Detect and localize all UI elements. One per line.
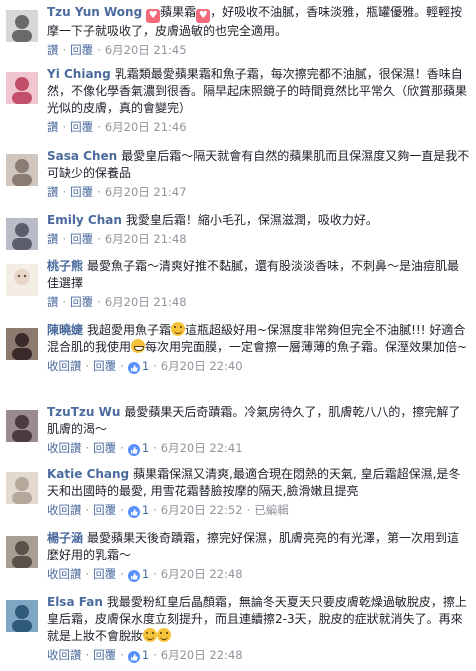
like-count[interactable]: 1 xyxy=(142,359,149,373)
like-count[interactable]: 1 xyxy=(142,567,149,581)
comment: 陳曉婕 我超愛用魚子霜 這瓶超級好用~保濕度非常夠但完全不油膩!!! 好適合混合肌的… xyxy=(0,322,476,398)
reply-link[interactable]: 回覆 xyxy=(70,185,93,199)
commenter-name[interactable]: Katie Chang xyxy=(47,467,129,481)
comment-text: 我愛皇后霜！縮小毛孔，保濕滋潤，吸收力好。 xyxy=(125,213,378,227)
comment: TzuTzu Wu 最愛蘋果天后奇蹟霜。冷氣房待久了，肌膚乾八八的，擦完解了肌膚的… xyxy=(0,404,476,462)
comment-list: Tzu Yun Wong ♥ 蘋果霜 ♥ ，好吸收不油膩，香味淡雅，瓶罐優雅。輕輕按摩一… xyxy=(0,0,476,671)
timestamp[interactable]: 6月20日 22:40 xyxy=(161,359,243,373)
timestamp[interactable]: 6月20日 21:48 xyxy=(105,232,187,246)
comment: 楊子涵 最愛蘋果天後奇蹟霜，擦完好保濕，肌膚亮亮的有光澤，第一次用到這麼好用的乳霜… xyxy=(0,530,476,588)
timestamp[interactable]: 6月20日 21:48 xyxy=(105,295,187,309)
grin-emoji-icon xyxy=(131,339,146,353)
like-link[interactable]: 讚 xyxy=(47,295,59,309)
avatar[interactable] xyxy=(6,154,38,186)
comment-text-part: 我超愛用魚子霜 xyxy=(87,323,172,337)
reply-link[interactable]: 回覆 xyxy=(93,359,116,373)
like-count[interactable]: 1 xyxy=(142,441,149,455)
avatar[interactable] xyxy=(6,472,38,504)
commenter-name[interactable]: TzuTzu Wu xyxy=(47,405,120,419)
unlike-link[interactable]: 收回讚 xyxy=(47,648,82,662)
comment: 桃子熊 最愛魚子霜～清爽好推不黏膩，還有股淡淡香味，不刺鼻～是油痘肌最佳選擇 讚 ·… xyxy=(0,258,476,316)
commenter-name[interactable]: Yi Chiang xyxy=(47,67,111,81)
like-count[interactable]: 1 xyxy=(142,648,149,662)
smile-emoji-icon xyxy=(157,628,172,642)
timestamp[interactable]: 6月20日 21:45 xyxy=(105,43,187,57)
timestamp[interactable]: 6月20日 21:46 xyxy=(105,120,187,134)
comment: Yi Chiang 乳霜類最愛蘋果霜和魚子霜，每次擦完都不油膩，很保濕！香味自然，… xyxy=(0,66,476,142)
like-count-icon[interactable] xyxy=(127,651,140,663)
timestamp[interactable]: 6月20日 22:48 xyxy=(161,648,243,662)
smile-emoji-icon xyxy=(143,628,158,642)
edited-label[interactable]: 已編輯 xyxy=(254,503,289,517)
like-link[interactable]: 讚 xyxy=(47,232,59,246)
comment-text-part: 蘋果霜 xyxy=(160,5,197,19)
commenter-name[interactable]: 桃子熊 xyxy=(47,259,83,273)
unlike-link[interactable]: 收回讚 xyxy=(47,359,82,373)
commenter-name[interactable]: Tzu Yun Wong xyxy=(47,5,142,19)
unlike-link[interactable]: 收回讚 xyxy=(47,441,82,455)
avatar[interactable] xyxy=(6,536,38,568)
timestamp[interactable]: 6月20日 21:47 xyxy=(105,185,187,199)
comment: Elsa Fan 我最愛粉紅皇后晶顏霜，無論冬天夏天只要皮膚乾燥過敏脫皮，擦上皇后… xyxy=(0,594,476,670)
reply-link[interactable]: 回覆 xyxy=(93,648,116,662)
reply-link[interactable]: 回覆 xyxy=(93,567,116,581)
reply-link[interactable]: 回覆 xyxy=(93,441,116,455)
commenter-name[interactable]: 楊子涵 xyxy=(47,531,83,545)
comment: Katie Chang 蘋果霜保濕又清爽,最適合現在悶熱的天氣, 皇后霜超保濕,是… xyxy=(0,466,476,524)
like-count-icon[interactable] xyxy=(127,362,140,374)
comment-text: 最愛魚子霜～清爽好推不黏膩，還有股淡淡香味，不刺鼻～是油痘肌最佳選擇 xyxy=(47,259,460,290)
smile-emoji-icon xyxy=(171,322,186,336)
comment: Sasa Chen 最愛皇后霜～隔天就會有自然的蘋果肌而且保濕度又夠一直是我不可缺… xyxy=(0,148,476,206)
like-link[interactable]: 讚 xyxy=(47,185,59,199)
timestamp[interactable]: 6月20日 22:52 xyxy=(161,503,243,517)
commenter-name[interactable]: 陳曉婕 xyxy=(47,323,83,337)
reply-link[interactable]: 回覆 xyxy=(70,43,93,57)
reply-link[interactable]: 回覆 xyxy=(70,120,93,134)
heart-emoji-icon: ♥ xyxy=(196,9,211,23)
heart-emoji-icon: ♥ xyxy=(146,9,161,23)
comment-text: 最愛蘋果天後奇蹟霜，擦完好保濕，肌膚亮亮的有光澤，第一次用到這麼好用的乳霜～ xyxy=(47,531,460,562)
unlike-link[interactable]: 收回讚 xyxy=(47,567,82,581)
like-count[interactable]: 1 xyxy=(142,503,149,517)
comment-text: 我最愛粉紅皇后晶顏霜，無論冬天夏天只要皮膚乾燥過敏脫皮，擦上皇后霜，皮膚保水度立… xyxy=(47,595,467,643)
commenter-name[interactable]: Sasa Chen xyxy=(47,149,117,163)
comment-text-part: 每次用完面膜，一定會擦一層薄薄的魚子霜。保溼效果加倍~ xyxy=(145,340,468,354)
reply-link[interactable]: 回覆 xyxy=(93,503,116,517)
avatar[interactable] xyxy=(6,328,38,360)
avatar[interactable] xyxy=(6,218,38,250)
avatar[interactable] xyxy=(6,410,38,442)
commenter-name[interactable]: Elsa Fan xyxy=(47,595,103,609)
avatar[interactable] xyxy=(6,600,38,632)
commenter-name[interactable]: Emily Chan xyxy=(47,213,122,227)
like-count-icon[interactable] xyxy=(127,506,140,518)
timestamp[interactable]: 6月20日 22:48 xyxy=(161,567,243,581)
timestamp[interactable]: 6月20日 22:41 xyxy=(161,441,243,455)
avatar[interactable] xyxy=(6,264,38,296)
like-link[interactable]: 讚 xyxy=(47,43,59,57)
avatar[interactable] xyxy=(6,72,38,104)
like-count-icon[interactable] xyxy=(127,570,140,582)
like-link[interactable]: 讚 xyxy=(47,120,59,134)
comment: Tzu Yun Wong ♥ 蘋果霜 ♥ ，好吸收不油膩，香味淡雅，瓶罐優雅。輕輕按摩一… xyxy=(0,4,476,62)
like-count-icon[interactable] xyxy=(127,444,140,456)
comment: Emily Chan 我愛皇后霜！縮小毛孔，保濕滋潤，吸收力好。 讚 · 回覆 · 6月2… xyxy=(0,212,476,252)
unlike-link[interactable]: 收回讚 xyxy=(47,503,82,517)
reply-link[interactable]: 回覆 xyxy=(70,232,93,246)
reply-link[interactable]: 回覆 xyxy=(70,295,93,309)
avatar[interactable] xyxy=(6,10,38,42)
